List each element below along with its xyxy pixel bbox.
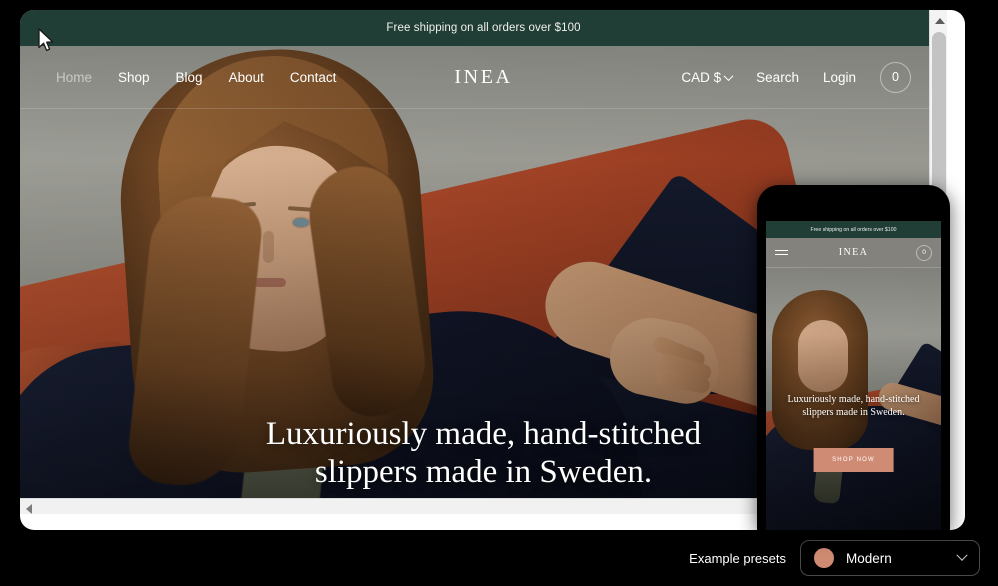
mobile-cart-button[interactable]: 0 bbox=[916, 244, 932, 261]
mouse-pointer-icon bbox=[38, 28, 54, 52]
mobile-announcement-text: Free shipping on all orders over $100 bbox=[810, 226, 897, 233]
preset-color-swatch bbox=[814, 548, 834, 568]
site-header: Home Shop Blog About Contact INEA CAD $ … bbox=[20, 46, 947, 109]
mobile-cart-count: 0 bbox=[922, 249, 926, 256]
currency-selector[interactable]: CAD $ bbox=[681, 69, 734, 85]
nav-item-home[interactable]: Home bbox=[56, 70, 92, 85]
login-link[interactable]: Login bbox=[823, 70, 856, 85]
hamburger-line-2 bbox=[775, 254, 788, 256]
preset-select[interactable]: Modern bbox=[800, 540, 980, 576]
scroll-up-arrow-icon[interactable] bbox=[934, 18, 945, 24]
hamburger-line-1 bbox=[775, 249, 788, 251]
mobile-hero-headline: Luxuriously made, hand-stitched slippers… bbox=[766, 393, 941, 419]
currency-label: CAD $ bbox=[681, 69, 722, 85]
secondary-nav: CAD $ Search Login 0 bbox=[681, 61, 911, 93]
announcement-bar: Free shipping on all orders over $100 bbox=[20, 10, 947, 46]
site-logo[interactable]: INEA bbox=[454, 66, 512, 89]
chevron-down-icon bbox=[723, 70, 734, 81]
app-stage: Free shipping on all orders over $100 Lu… bbox=[0, 0, 998, 586]
mobile-site-logo[interactable]: INEA bbox=[839, 247, 868, 258]
mobile-hero-headline-line-1: Luxuriously made, hand-stitched bbox=[787, 394, 920, 405]
announcement-text: Free shipping on all orders over $100 bbox=[386, 22, 581, 34]
nav-item-about[interactable]: About bbox=[229, 70, 264, 85]
mobile-shop-now-button[interactable]: SHOP NOW bbox=[813, 448, 894, 472]
hamburger-menu-icon[interactable] bbox=[775, 249, 788, 256]
search-link[interactable]: Search bbox=[756, 70, 799, 85]
mobile-preview-screen: Free shipping on all orders over $100 IN… bbox=[766, 221, 941, 530]
scroll-left-arrow-icon[interactable] bbox=[26, 504, 32, 514]
chevron-down-icon bbox=[956, 549, 968, 561]
bottom-toolbar: Example presets Modern bbox=[0, 530, 998, 586]
preset-selected-value: Modern bbox=[846, 550, 892, 566]
nav-item-blog[interactable]: Blog bbox=[176, 70, 203, 85]
mobile-preview-device: Free shipping on all orders over $100 IN… bbox=[757, 185, 950, 530]
mobile-announcement-bar: Free shipping on all orders over $100 bbox=[766, 221, 941, 238]
mobile-header: INEA 0 bbox=[766, 238, 941, 268]
mobile-hero-section: Luxuriously made, hand-stitched slippers… bbox=[766, 268, 941, 530]
example-presets-label: Example presets bbox=[689, 550, 786, 566]
primary-nav: Home Shop Blog About Contact bbox=[56, 70, 336, 85]
nav-item-shop[interactable]: Shop bbox=[118, 70, 150, 85]
mobile-hero-headline-line-2: slippers made in Sweden. bbox=[802, 407, 905, 418]
nav-item-contact[interactable]: Contact bbox=[290, 70, 337, 85]
cart-button[interactable]: 0 bbox=[880, 61, 911, 93]
cart-count: 0 bbox=[892, 70, 899, 84]
